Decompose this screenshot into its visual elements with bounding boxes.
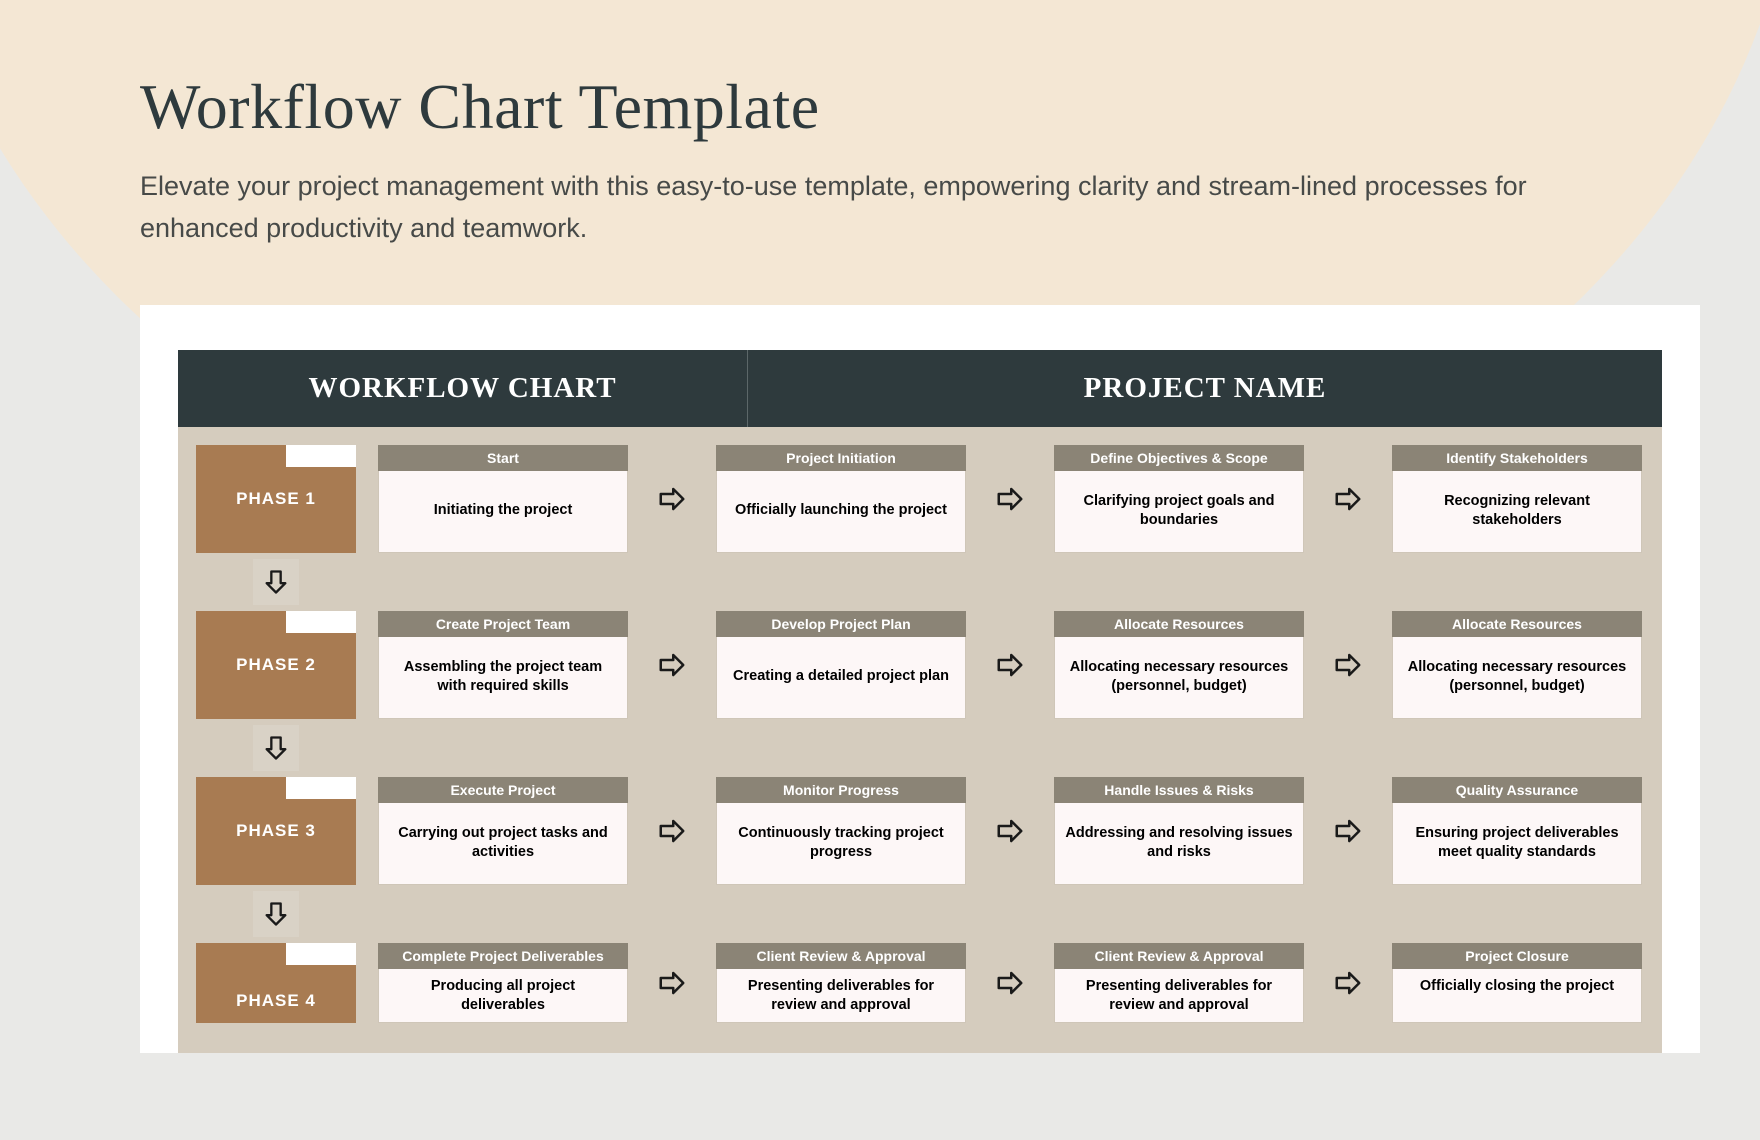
- step-body: Assembling the project team with require…: [378, 637, 628, 719]
- phase-tab: [286, 445, 356, 467]
- arrow-right-icon: [1326, 777, 1370, 885]
- step-body: Recognizing relevant stakeholders: [1392, 471, 1642, 553]
- workflow-step: Project Initiation Officially launching …: [716, 445, 966, 553]
- step-head: Execute Project: [378, 777, 628, 803]
- step-body: Continuously tracking project progress: [716, 803, 966, 885]
- bar-right: PROJECT NAME: [748, 350, 1662, 427]
- workflow-step: Define Objectives & Scope Clarifying pro…: [1054, 445, 1304, 553]
- arrow-right-icon: [988, 445, 1032, 553]
- arrow-right-icon: [988, 943, 1032, 1023]
- phase-tab: [286, 943, 356, 965]
- hero: Workflow Chart Template Elevate your pro…: [0, 0, 1760, 250]
- workflow-step: Allocate Resources Allocating necessary …: [1392, 611, 1642, 719]
- step-body: Officially closing the project: [1392, 969, 1642, 1023]
- step-head: Develop Project Plan: [716, 611, 966, 637]
- phase-row: PHASE 1 Start Initiating the project Pro…: [196, 445, 1644, 553]
- step-body: Allocating necessary resources (personne…: [1392, 637, 1642, 719]
- step-head: Handle Issues & Risks: [1054, 777, 1304, 803]
- workflow-step: Client Review & Approval Presenting deli…: [716, 943, 966, 1023]
- workflow-step: Handle Issues & Risks Addressing and res…: [1054, 777, 1304, 885]
- arrow-right-icon: [650, 943, 694, 1023]
- step-head: Client Review & Approval: [1054, 943, 1304, 969]
- arrow-down-icon: [196, 559, 356, 605]
- step-head: Client Review & Approval: [716, 943, 966, 969]
- phase-label: PHASE 4: [196, 943, 356, 1023]
- step-body: Clarifying project goals and boundaries: [1054, 471, 1304, 553]
- step-head: Create Project Team: [378, 611, 628, 637]
- arrow-right-icon: [1326, 943, 1370, 1023]
- step-body: Presenting deliverables for review and a…: [716, 969, 966, 1023]
- phase-label: PHASE 1: [196, 445, 356, 553]
- step-body: Carrying out project tasks and activitie…: [378, 803, 628, 885]
- step-body: Producing all project deliverables: [378, 969, 628, 1023]
- arrow-down-icon: [196, 891, 356, 937]
- step-body: Officially launching the project: [716, 471, 966, 553]
- step-head: Allocate Resources: [1392, 611, 1642, 637]
- step-body: Creating a detailed project plan: [716, 637, 966, 719]
- phase-row: PHASE 2 Create Project Team Assembling t…: [196, 611, 1644, 719]
- phase-text: PHASE 4: [236, 991, 316, 1011]
- template-card: WORKFLOW CHART PROJECT NAME PHASE 1 Star…: [140, 305, 1700, 1053]
- phase-rows: PHASE 1 Start Initiating the project Pro…: [178, 427, 1662, 1023]
- page-subtitle: Elevate your project management with thi…: [140, 166, 1540, 250]
- workflow-step: Project Closure Officially closing the p…: [1392, 943, 1642, 1023]
- down-spacer: [196, 891, 1644, 937]
- step-body: Ensuring project deliverables meet quali…: [1392, 803, 1642, 885]
- title-bar: WORKFLOW CHART PROJECT NAME: [178, 350, 1662, 427]
- arrow-right-icon: [650, 445, 694, 553]
- step-body: Presenting deliverables for review and a…: [1054, 969, 1304, 1023]
- phase-label: PHASE 3: [196, 777, 356, 885]
- phase-row: PHASE 4 Complete Project Deliverables Pr…: [196, 943, 1644, 1023]
- step-head: Project Closure: [1392, 943, 1642, 969]
- workflow-step: Create Project Team Assembling the proje…: [378, 611, 628, 719]
- phase-text: PHASE 2: [236, 655, 316, 675]
- workflow-step: Execute Project Carrying out project tas…: [378, 777, 628, 885]
- step-head: Define Objectives & Scope: [1054, 445, 1304, 471]
- step-body: Addressing and resolving issues and risk…: [1054, 803, 1304, 885]
- workflow-step: Quality Assurance Ensuring project deliv…: [1392, 777, 1642, 885]
- step-head: Project Initiation: [716, 445, 966, 471]
- phase-text: PHASE 3: [236, 821, 316, 841]
- arrow-right-icon: [988, 611, 1032, 719]
- arrow-right-icon: [1326, 611, 1370, 719]
- phase-text: PHASE 1: [236, 489, 316, 509]
- step-head: Complete Project Deliverables: [378, 943, 628, 969]
- step-head: Allocate Resources: [1054, 611, 1304, 637]
- workflow-step: Develop Project Plan Creating a detailed…: [716, 611, 966, 719]
- arrow-down-icon: [196, 725, 356, 771]
- step-body: Allocating necessary resources (personne…: [1054, 637, 1304, 719]
- phase-label: PHASE 2: [196, 611, 356, 719]
- down-spacer: [196, 559, 1644, 605]
- arrow-right-icon: [1326, 445, 1370, 553]
- step-head: Quality Assurance: [1392, 777, 1642, 803]
- workflow-step: Client Review & Approval Presenting deli…: [1054, 943, 1304, 1023]
- bar-left: WORKFLOW CHART: [178, 350, 748, 427]
- workflow-step: Identify Stakeholders Recognizing releva…: [1392, 445, 1642, 553]
- step-head: Monitor Progress: [716, 777, 966, 803]
- workflow-step: Allocate Resources Allocating necessary …: [1054, 611, 1304, 719]
- phase-row: PHASE 3 Execute Project Carrying out pro…: [196, 777, 1644, 885]
- arrow-right-icon: [650, 777, 694, 885]
- step-head: Identify Stakeholders: [1392, 445, 1642, 471]
- workflow-step: Complete Project Deliverables Producing …: [378, 943, 628, 1023]
- phase-tab: [286, 777, 356, 799]
- down-spacer: [196, 725, 1644, 771]
- workflow-step: Start Initiating the project: [378, 445, 628, 553]
- arrow-right-icon: [650, 611, 694, 719]
- arrow-right-icon: [988, 777, 1032, 885]
- page-title: Workflow Chart Template: [140, 70, 1760, 144]
- step-head: Start: [378, 445, 628, 471]
- step-body: Initiating the project: [378, 471, 628, 553]
- phase-tab: [286, 611, 356, 633]
- workflow-sheet: WORKFLOW CHART PROJECT NAME PHASE 1 Star…: [178, 350, 1662, 1053]
- workflow-step: Monitor Progress Continuously tracking p…: [716, 777, 966, 885]
